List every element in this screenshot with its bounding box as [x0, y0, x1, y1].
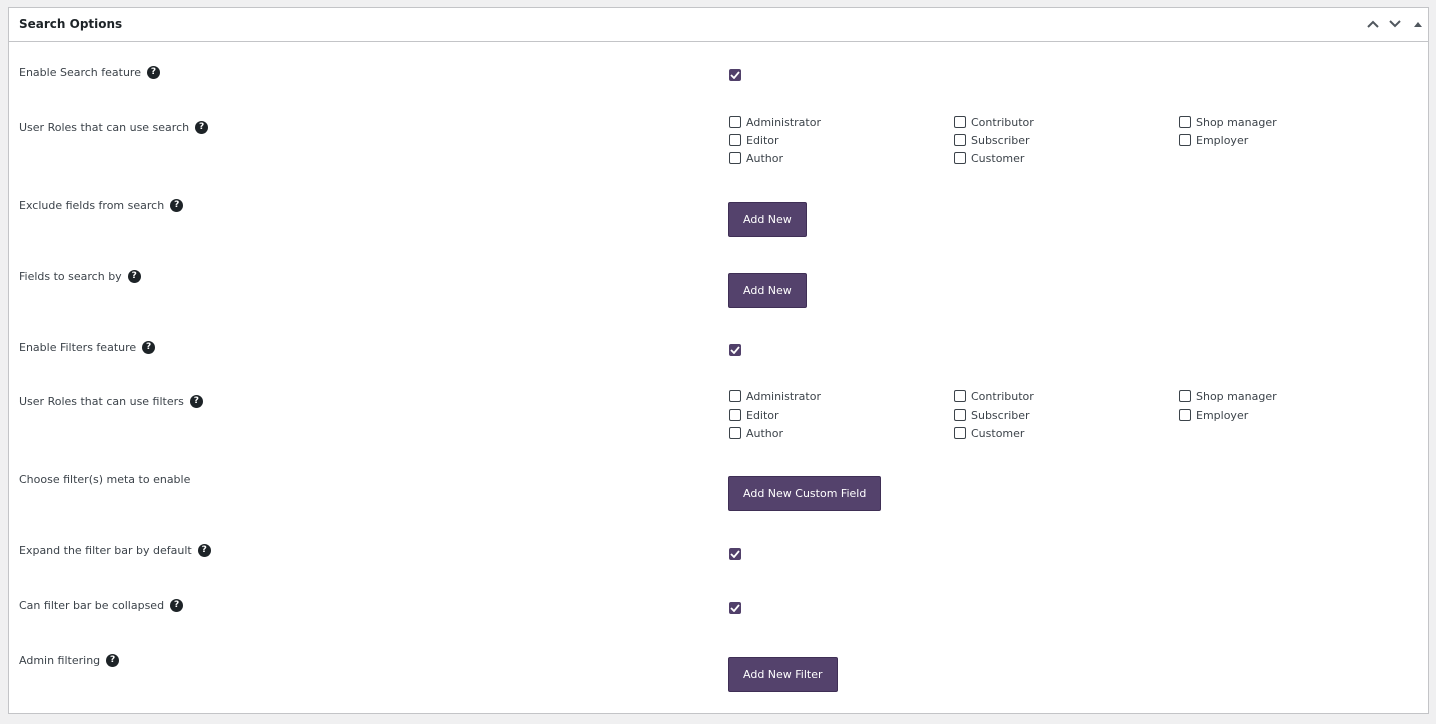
help-icon[interactable]: ?	[142, 341, 156, 354]
help-icon[interactable]: ?	[127, 270, 141, 283]
role-label: Author	[746, 427, 784, 440]
filter-role-contributor-checkbox[interactable]	[954, 390, 966, 402]
row-label-enable-filters: Enable Filters feature ?	[19, 341, 156, 354]
role-label: Subscriber	[971, 409, 1030, 422]
help-icon[interactable]: ?	[170, 599, 184, 612]
row-label-expand-filter: Expand the filter bar by default ?	[19, 544, 211, 557]
search-role-subscriber-checkbox[interactable]	[954, 134, 966, 146]
row-label-filter-roles: User Roles that can use filters ?	[19, 395, 203, 408]
row-label-fields-search: Fields to search by ?	[19, 270, 141, 283]
search-role-editor-checkbox[interactable]	[729, 134, 741, 146]
enable-filters-checkbox[interactable]	[729, 344, 741, 356]
panel-title: Search Options	[19, 17, 123, 31]
chevron-down-icon	[1389, 20, 1401, 28]
row-label-exclude-fields: Exclude fields from search ?	[19, 199, 184, 212]
help-icon[interactable]: ?	[189, 395, 203, 408]
search-options-panel: Search Options Enable Search feature ? U…	[8, 7, 1429, 714]
search-role-shop-manager-checkbox[interactable]	[1179, 116, 1191, 128]
role-label: Editor	[746, 134, 779, 147]
checkmark-icon	[730, 604, 740, 612]
role-label: Employer	[1196, 409, 1249, 422]
help-icon[interactable]: ?	[106, 654, 120, 667]
add-custom-field-button[interactable]: Add New Custom Field	[728, 476, 882, 511]
help-icon[interactable]: ?	[197, 544, 211, 557]
role-label: Shop manager	[1196, 116, 1277, 129]
add-search-field-button[interactable]: Add New	[728, 273, 807, 308]
row-label-search-roles: User Roles that can use search ?	[19, 121, 209, 134]
search-role-customer-checkbox[interactable]	[954, 152, 966, 164]
filter-role-author-checkbox[interactable]	[729, 427, 741, 439]
role-label: Customer	[971, 152, 1025, 165]
triangle-up-icon	[1414, 21, 1422, 27]
row-label-filter-meta: Choose filter(s) meta to enable	[19, 473, 191, 486]
help-icon[interactable]: ?	[170, 199, 184, 212]
expand-filter-checkbox[interactable]	[729, 548, 741, 560]
role-label: Administrator	[746, 390, 821, 403]
move-down-button[interactable]	[1387, 16, 1403, 32]
role-label: Shop manager	[1196, 390, 1277, 403]
collapse-filter-checkbox[interactable]	[729, 602, 741, 614]
search-role-contributor-checkbox[interactable]	[954, 116, 966, 128]
checkmark-icon	[730, 71, 740, 79]
filter-role-administrator-checkbox[interactable]	[729, 390, 741, 402]
role-label: Administrator	[746, 116, 821, 129]
filter-role-subscriber-checkbox[interactable]	[954, 409, 966, 421]
add-excluded-field-button[interactable]: Add New	[728, 202, 807, 237]
role-label: Contributor	[971, 116, 1034, 129]
filter-role-employer-checkbox[interactable]	[1179, 409, 1191, 421]
search-role-administrator-checkbox[interactable]	[729, 116, 741, 128]
panel-header: Search Options	[9, 8, 1428, 42]
role-label: Author	[746, 152, 784, 165]
role-label: Contributor	[971, 390, 1034, 403]
filter-role-shop-manager-checkbox[interactable]	[1179, 390, 1191, 402]
help-icon[interactable]: ?	[146, 66, 160, 79]
toggle-panel-button[interactable]	[1410, 16, 1426, 32]
filter-role-editor-checkbox[interactable]	[729, 409, 741, 421]
checkmark-icon	[730, 550, 740, 558]
row-label-collapse-filter: Can filter bar be collapsed ?	[19, 599, 184, 612]
enable-search-checkbox[interactable]	[729, 69, 741, 81]
checkmark-icon	[730, 346, 740, 354]
search-role-author-checkbox[interactable]	[729, 152, 741, 164]
role-label: Editor	[746, 409, 779, 422]
chevron-up-icon	[1367, 20, 1379, 28]
add-new-filter-button[interactable]: Add New Filter	[728, 657, 838, 692]
role-label: Customer	[971, 427, 1025, 440]
search-role-employer-checkbox[interactable]	[1179, 134, 1191, 146]
move-up-button[interactable]	[1365, 16, 1381, 32]
help-icon[interactable]: ?	[195, 121, 209, 134]
role-label: Employer	[1196, 134, 1249, 147]
role-label: Subscriber	[971, 134, 1030, 147]
row-label-enable-search: Enable Search feature ?	[19, 66, 160, 79]
filter-role-customer-checkbox[interactable]	[954, 427, 966, 439]
row-label-admin-filtering: Admin filtering ?	[19, 654, 120, 667]
